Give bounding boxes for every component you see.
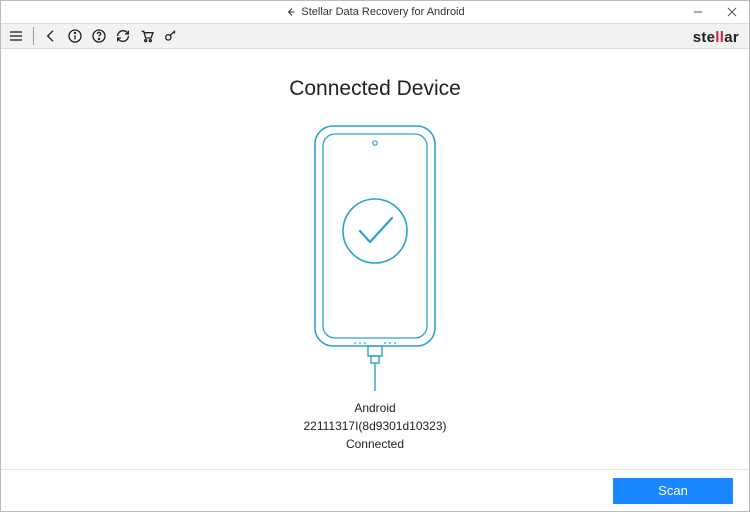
footer-bar: Scan xyxy=(1,469,749,511)
app-window: Stellar Data Recovery for Android xyxy=(0,0,750,512)
back-arrow-icon[interactable] xyxy=(42,27,60,45)
minimize-button[interactable] xyxy=(681,1,715,23)
hamburger-menu-icon[interactable] xyxy=(7,27,25,45)
device-status: Connected xyxy=(303,435,446,453)
window-title: Stellar Data Recovery for Android xyxy=(301,6,464,18)
page-title: Connected Device xyxy=(289,77,461,101)
cart-icon[interactable] xyxy=(138,27,156,45)
help-icon[interactable] xyxy=(90,27,108,45)
title-bar: Stellar Data Recovery for Android xyxy=(1,1,749,23)
brand-logo: stellar xyxy=(693,24,739,50)
refresh-icon[interactable] xyxy=(114,27,132,45)
app-back-icon xyxy=(285,6,297,18)
scan-button[interactable]: Scan xyxy=(613,478,733,504)
toolbar-divider xyxy=(33,27,34,45)
device-type: Android xyxy=(303,399,446,417)
info-icon[interactable] xyxy=(66,27,84,45)
key-icon[interactable] xyxy=(162,27,180,45)
main-content: Connected Device xyxy=(1,49,749,469)
device-illustration: Android 22111317I(8d9301d10323) Connecte… xyxy=(300,121,450,453)
toolbar: stellar xyxy=(1,23,749,49)
close-button[interactable] xyxy=(715,1,749,23)
device-id: 22111317I(8d9301d10323) xyxy=(303,417,446,435)
